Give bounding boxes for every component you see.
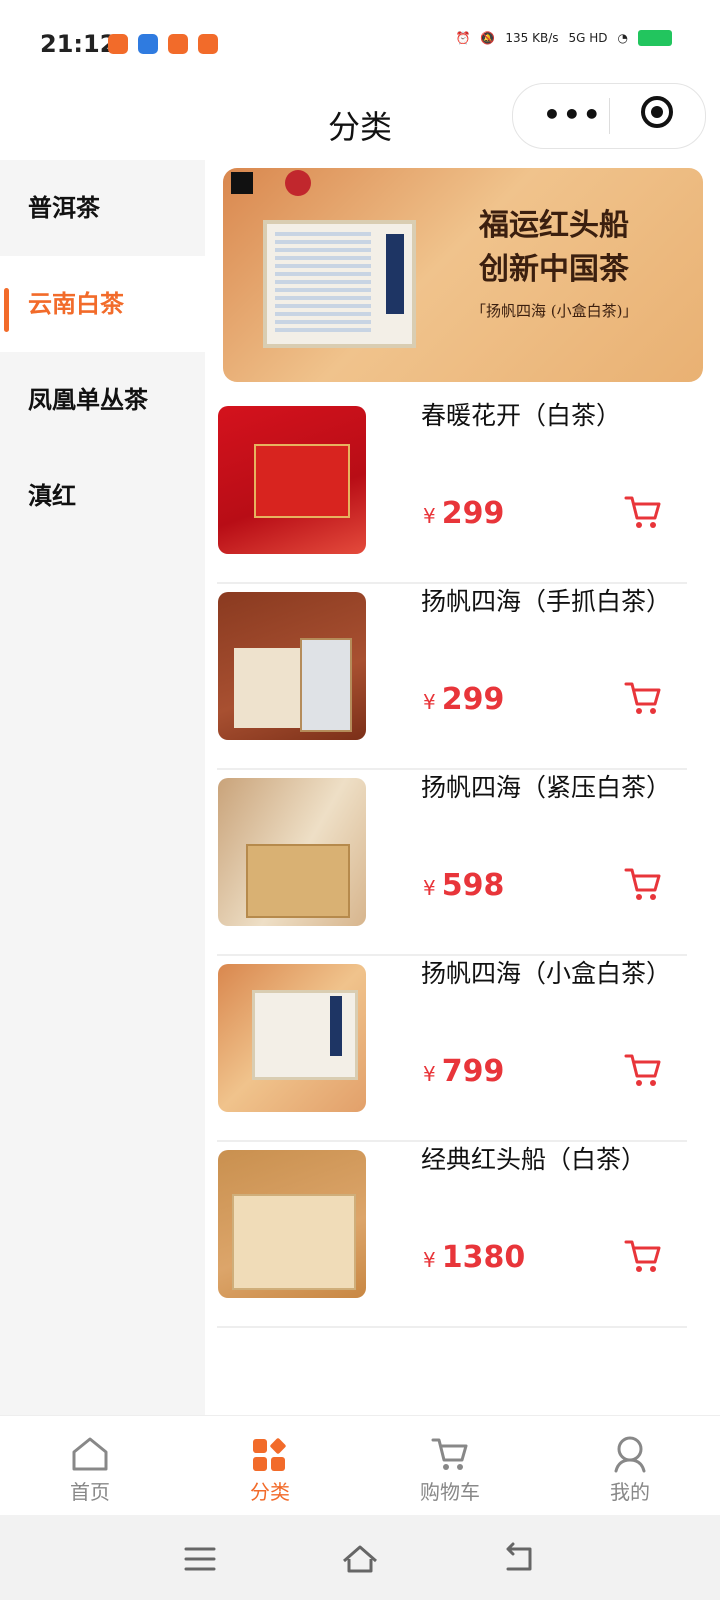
product-item[interactable]: 扬帆四海（手抓白茶） ¥299 <box>217 582 687 770</box>
price-value: 299 <box>441 496 505 531</box>
tab-cart[interactable]: 购物车 <box>360 1416 540 1516</box>
sidebar-item-dianhong[interactable]: 滇红 <box>0 448 205 544</box>
currency-symbol: ¥ <box>423 1062 436 1086</box>
sidebar-item-fenghuang-dancong[interactable]: 凤凰单丛茶 <box>0 352 205 448</box>
add-to-cart-icon[interactable] <box>623 864 663 904</box>
product-name: 春暖花开（白茶） <box>421 401 622 430</box>
design-award-badge <box>231 172 253 194</box>
status-bar: 21:12 ⏰ 🔕 135 KB/s 5G HD ◔ <box>0 0 720 88</box>
product-item[interactable]: 经典红头船（白茶） ¥1380 <box>217 1140 687 1328</box>
tab-label: 购物车 <box>420 1480 480 1504</box>
status-indicators: ⏰ 🔕 135 KB/s 5G HD ◔ <box>455 30 672 46</box>
profile-icon <box>614 1436 646 1473</box>
cart-icon <box>431 1438 468 1470</box>
taobao-icon <box>168 34 188 54</box>
sidebar-item-yunnan-white[interactable]: 云南白茶 <box>0 256 205 352</box>
tab-home[interactable]: 首页 <box>0 1416 180 1516</box>
tab-category[interactable]: 分类 <box>180 1416 360 1516</box>
home-icon <box>72 1437 108 1471</box>
more-dots-icon[interactable]: ••• <box>543 98 603 131</box>
promo-banner[interactable]: 福运红头船 创新中国茶 「扬帆四海 (小盒白茶)」 <box>223 168 703 382</box>
system-navigation-bar <box>0 1515 720 1600</box>
currency-symbol: ¥ <box>423 690 436 714</box>
mute-icon: 🔕 <box>480 31 496 45</box>
banner-title-line2: 创新中国茶 <box>479 252 629 287</box>
product-list: 福运红头船 创新中国茶 「扬帆四海 (小盒白茶)」 春暖花开（白茶） ¥299 … <box>205 160 720 1415</box>
tab-label: 我的 <box>610 1480 650 1504</box>
wifi-icon: ◔ <box>617 31 628 45</box>
ship-illustration <box>275 232 371 332</box>
app-notification-icon <box>108 34 128 54</box>
price-value: 598 <box>441 868 505 903</box>
product-name: 经典红头船（白茶） <box>421 1145 647 1174</box>
product-item[interactable]: 扬帆四海（小盒白茶） ¥799 <box>217 954 687 1142</box>
add-to-cart-icon[interactable] <box>623 492 663 532</box>
add-to-cart-icon[interactable] <box>623 1050 663 1090</box>
product-image <box>218 778 366 926</box>
banner-product-image <box>263 220 416 348</box>
baidu-icon <box>138 34 158 54</box>
banner-subtitle: 「扬帆四海 (小盒白茶)」 <box>471 302 638 320</box>
award-seal <box>285 170 311 196</box>
product-name: 扬帆四海（手抓白茶） <box>421 587 672 616</box>
product-price: ¥598 <box>423 868 504 903</box>
product-price: ¥799 <box>423 1054 504 1089</box>
sidebar-item-puer[interactable]: 普洱茶 <box>0 160 205 256</box>
battery-icon <box>638 30 672 46</box>
product-price: ¥299 <box>423 496 504 531</box>
alarm-icon: ⏰ <box>455 31 471 45</box>
mini-program-capsule: ••• <box>512 83 706 149</box>
price-value: 1380 <box>441 1240 526 1275</box>
menu-icon[interactable] <box>180 1539 220 1579</box>
home-nav-icon[interactable] <box>340 1539 380 1579</box>
product-name: 扬帆四海（小盒白茶） <box>421 959 672 988</box>
back-icon[interactable] <box>500 1539 540 1579</box>
currency-symbol: ¥ <box>423 504 436 528</box>
category-icon <box>253 1438 286 1471</box>
product-image <box>218 406 366 554</box>
banner-title-line1: 福运红头船 <box>479 208 629 243</box>
currency-symbol: ¥ <box>423 876 436 900</box>
category-sidebar: 普洱茶 云南白茶 凤凰单丛茶 滇红 <box>0 160 205 1415</box>
product-item[interactable]: 扬帆四海（紧压白茶） ¥598 <box>217 768 687 956</box>
product-image <box>218 964 366 1112</box>
price-value: 799 <box>441 1054 505 1089</box>
tab-profile[interactable]: 我的 <box>540 1416 720 1516</box>
price-value: 299 <box>441 682 505 717</box>
tab-label: 分类 <box>250 1480 290 1504</box>
bottom-tab-bar: 首页 分类 购物车 我的 <box>0 1415 720 1516</box>
target-icon[interactable] <box>641 96 673 128</box>
signal-label: 5G HD <box>568 31 608 45</box>
box-label <box>386 234 404 314</box>
product-name: 扬帆四海（紧压白茶） <box>421 773 672 802</box>
add-to-cart-icon[interactable] <box>623 1236 663 1276</box>
product-item[interactable]: 春暖花开（白茶） ¥299 <box>217 396 687 584</box>
currency-symbol: ¥ <box>423 1248 436 1272</box>
product-image <box>218 1150 366 1298</box>
network-speed: 135 KB/s <box>505 31 559 45</box>
app-shortcut-icon <box>198 34 218 54</box>
product-price: ¥1380 <box>423 1240 525 1275</box>
tab-label: 首页 <box>70 1480 110 1504</box>
status-time: 21:12 <box>40 30 117 58</box>
add-to-cart-icon[interactable] <box>623 678 663 718</box>
capsule-divider <box>609 98 610 134</box>
product-image <box>218 592 366 740</box>
product-price: ¥299 <box>423 682 504 717</box>
